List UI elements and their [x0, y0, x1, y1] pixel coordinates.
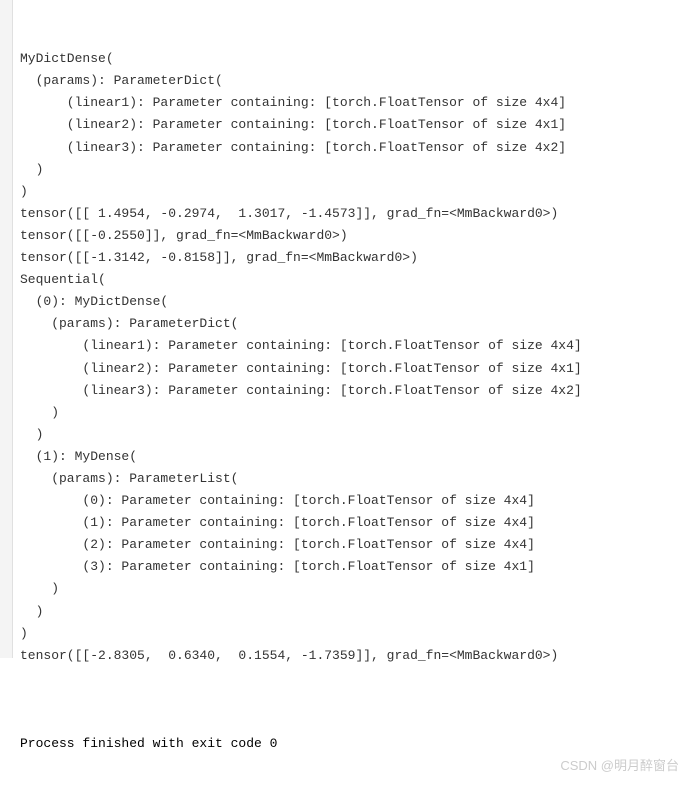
output-line: (3): Parameter containing: [torch.FloatT…: [20, 556, 691, 578]
output-line: (linear3): Parameter containing: [torch.…: [20, 380, 691, 402]
output-line: ): [20, 601, 691, 623]
output-line: ): [20, 424, 691, 446]
output-line: (0): Parameter containing: [torch.FloatT…: [20, 490, 691, 512]
output-line: tensor([[-2.8305, 0.6340, 0.1554, -1.735…: [20, 645, 691, 667]
output-line: ): [20, 402, 691, 424]
output-line: (linear2): Parameter containing: [torch.…: [20, 358, 691, 380]
output-line: (0): MyDictDense(: [20, 291, 691, 313]
output-line: Sequential(: [20, 269, 691, 291]
output-line: (1): MyDense(: [20, 446, 691, 468]
exit-code-line: Process finished with exit code 0: [20, 733, 691, 755]
console-output: MyDictDense( (params): ParameterDict( (l…: [0, 0, 691, 807]
output-line: (linear3): Parameter containing: [torch.…: [20, 137, 691, 159]
watermark-text: CSDN @明月醉窗台: [560, 755, 679, 777]
output-line: MyDictDense(: [20, 48, 691, 70]
output-line: tensor([[ 1.4954, -0.2974, 1.3017, -1.45…: [20, 203, 691, 225]
output-line: (params): ParameterDict(: [20, 70, 691, 92]
output-line: (params): ParameterDict(: [20, 313, 691, 335]
output-lines: MyDictDense( (params): ParameterDict( (l…: [20, 48, 691, 689]
output-line: tensor([[-1.3142, -0.8158]], grad_fn=<Mm…: [20, 247, 691, 269]
output-line: ): [20, 181, 691, 203]
output-line: (2): Parameter containing: [torch.FloatT…: [20, 534, 691, 556]
output-line: ): [20, 578, 691, 600]
output-line: (linear1): Parameter containing: [torch.…: [20, 335, 691, 357]
output-line: (1): Parameter containing: [torch.FloatT…: [20, 512, 691, 534]
output-line: tensor([[-0.2550]], grad_fn=<MmBackward0…: [20, 225, 691, 247]
output-line: (linear2): Parameter containing: [torch.…: [20, 114, 691, 136]
output-line: ): [20, 623, 691, 645]
output-line: [20, 667, 691, 689]
output-line: (linear1): Parameter containing: [torch.…: [20, 92, 691, 114]
output-line: ): [20, 159, 691, 181]
output-line: (params): ParameterList(: [20, 468, 691, 490]
